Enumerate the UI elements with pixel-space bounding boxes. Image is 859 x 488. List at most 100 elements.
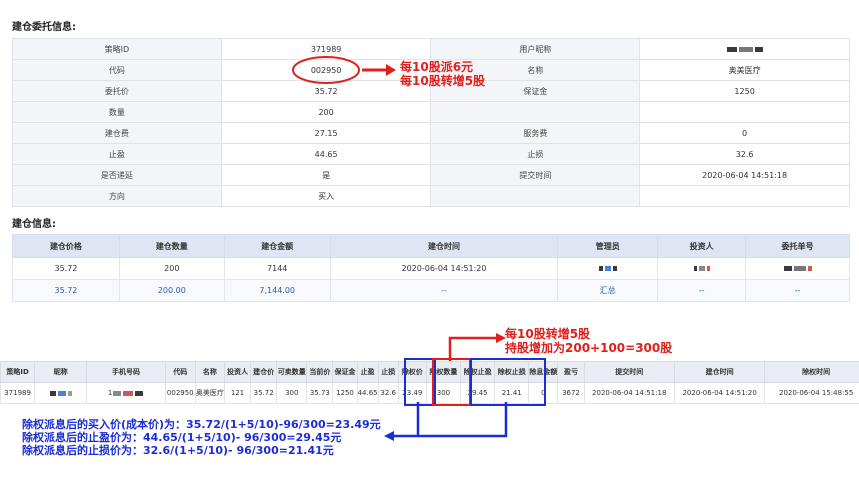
column-header: 建仓价格 (12, 234, 120, 258)
order-value: 44.65 (220, 143, 432, 165)
table-cell: -- (657, 279, 747, 302)
column-header: 手机号码 (86, 361, 166, 383)
formula-line-take-profit: 除权派息后的止盈价为：44.65/(1+5/10)- 96/300=29.45元 (22, 431, 342, 444)
table-cell: 44.65 (356, 382, 379, 404)
order-key (430, 185, 641, 207)
column-header: 建仓时间 (673, 361, 766, 383)
order-key: 委托价 (12, 80, 222, 102)
ex-stop-highlight (470, 358, 546, 406)
column-header: 策略ID (0, 361, 36, 383)
table-cell: 2020-06-04 14:51:18 (583, 382, 675, 404)
column-header: 除权时间 (764, 361, 859, 383)
table-row: 35.72 200 7144 2020-06-04 14:51:20 (12, 257, 850, 280)
table-cell: 2020-06-04 14:51:20 (673, 382, 766, 404)
red-arrowhead (386, 64, 396, 76)
table-cell: 35.72 (250, 382, 278, 404)
order-key: 用户昵称 (430, 38, 641, 60)
table-cell: 2020-06-04 14:51:20 (329, 257, 559, 280)
dividend-note: 每10股派6元 每10股转增5股 (400, 60, 485, 88)
order-key: 建仓费 (12, 122, 222, 144)
column-header: 建仓数量 (118, 234, 225, 258)
bonus-share-note-line2: 持股增加为200+100=300股 (505, 341, 673, 355)
table-cell: 35.73 (306, 382, 334, 404)
order-value: 买入 (220, 185, 432, 207)
bonus-share-note-line1: 每10股转增5股 (505, 327, 591, 341)
order-key: 代码 (12, 59, 222, 81)
table-cell: 7,144.00 (223, 279, 331, 302)
order-section-title: 建仓委托信息: (12, 22, 76, 33)
redacted-nickname (34, 382, 88, 404)
order-row: 建仓费 27.15 服务费 0 (12, 122, 850, 144)
column-header: 提交时间 (583, 361, 675, 383)
table-cell: 7144 (223, 257, 331, 280)
order-row: 策略ID 371989 用户昵称 (12, 38, 850, 60)
table-cell: 002950 (164, 382, 196, 404)
red-arrowhead (496, 333, 506, 343)
order-value: 27.15 (220, 122, 432, 144)
table-cell: 1250 (332, 382, 358, 404)
column-header: 当前价 (306, 361, 334, 383)
position-section-title: 建仓信息: (12, 219, 56, 230)
blue-elbow-line (394, 402, 508, 438)
table-cell: 300 (276, 382, 308, 404)
summary-row: 35.72 200.00 7,144.00 -- 汇总 -- -- (12, 279, 850, 302)
column-header: 管理员 (557, 234, 659, 258)
table-cell: -- (745, 279, 850, 302)
formula-note: 除权派息后的买入价(成本价)为：35.72/(1+5/10)-96/300=23… (22, 418, 381, 457)
column-header: 盈亏 (557, 361, 585, 383)
column-header: 建仓金额 (223, 234, 331, 258)
column-header: 委托单号 (745, 234, 850, 258)
order-value: 200 (220, 101, 432, 123)
redacted-order-no (745, 257, 850, 280)
table-cell: -- (329, 279, 559, 302)
table-cell: 3672 (557, 382, 585, 404)
order-key: 策略ID (12, 38, 222, 60)
order-value (639, 101, 850, 123)
position-header-row: 建仓价格 建仓数量 建仓金额 建仓时间 管理员 投资人 委托单号 (12, 234, 850, 258)
column-header: 止盈 (356, 361, 379, 383)
column-header: 昵称 (34, 361, 88, 383)
table-cell: 200.00 (118, 279, 225, 302)
column-header: 止损 (377, 361, 399, 383)
redacted-nickname (639, 38, 850, 60)
column-header: 名称 (194, 361, 225, 383)
redacted-phone: 1 (86, 382, 166, 404)
table-cell: 奥美医疗 (194, 382, 225, 404)
table-cell: 371989 (0, 382, 36, 404)
redacted-investor (657, 257, 747, 280)
position-info-table: 建仓价格 建仓数量 建仓金额 建仓时间 管理员 投资人 委托单号 35.72 2… (12, 234, 850, 302)
dividend-note-line1: 每10股派6元 (400, 60, 474, 74)
ex-quantity-highlight (432, 358, 471, 406)
phone-prefix: 1 (107, 389, 113, 397)
table-cell: 200 (118, 257, 225, 280)
column-header: 建仓时间 (329, 234, 559, 258)
order-value: 32.6 (639, 143, 850, 165)
blue-arrowhead (384, 431, 394, 441)
column-header: 建仓价 (250, 361, 278, 383)
formula-line-cost: 除权派息后的买入价(成本价)为：35.72/(1+5/10)-96/300=23… (22, 418, 381, 431)
order-key: 数量 (12, 101, 222, 123)
order-row: 止盈 44.65 止损 32.6 (12, 143, 850, 165)
column-header: 可卖数量 (276, 361, 308, 383)
column-header: 投资人 (657, 234, 747, 258)
order-key: 服务费 (430, 122, 641, 144)
order-row: 是否递延 是 提交时间 2020-06-04 14:51:18 (12, 164, 850, 186)
order-value: 是 (220, 164, 432, 186)
order-value: 奥美医疗 (639, 59, 850, 81)
table-cell: 35.72 (12, 257, 120, 280)
table-cell: 35.72 (12, 279, 120, 302)
dividend-note-line2: 每10股转增5股 (400, 74, 486, 88)
order-row: 方向 买入 (12, 185, 850, 207)
column-header: 代码 (164, 361, 196, 383)
column-header: 保证金 (332, 361, 358, 383)
order-key: 方向 (12, 185, 222, 207)
table-cell: 121 (223, 382, 252, 404)
order-value: 0 (639, 122, 850, 144)
code-circle (292, 56, 360, 84)
table-cell: 2020-06-04 15:48:55 (764, 382, 859, 404)
code-highlight-annotation (292, 56, 396, 84)
summary-link[interactable]: 汇总 (557, 279, 659, 302)
order-key (430, 101, 641, 123)
formula-line-stop-loss: 除权派息后的止损价为：32.6/(1+5/10)- 96/300=21.41元 (22, 444, 334, 457)
order-value (639, 185, 850, 207)
